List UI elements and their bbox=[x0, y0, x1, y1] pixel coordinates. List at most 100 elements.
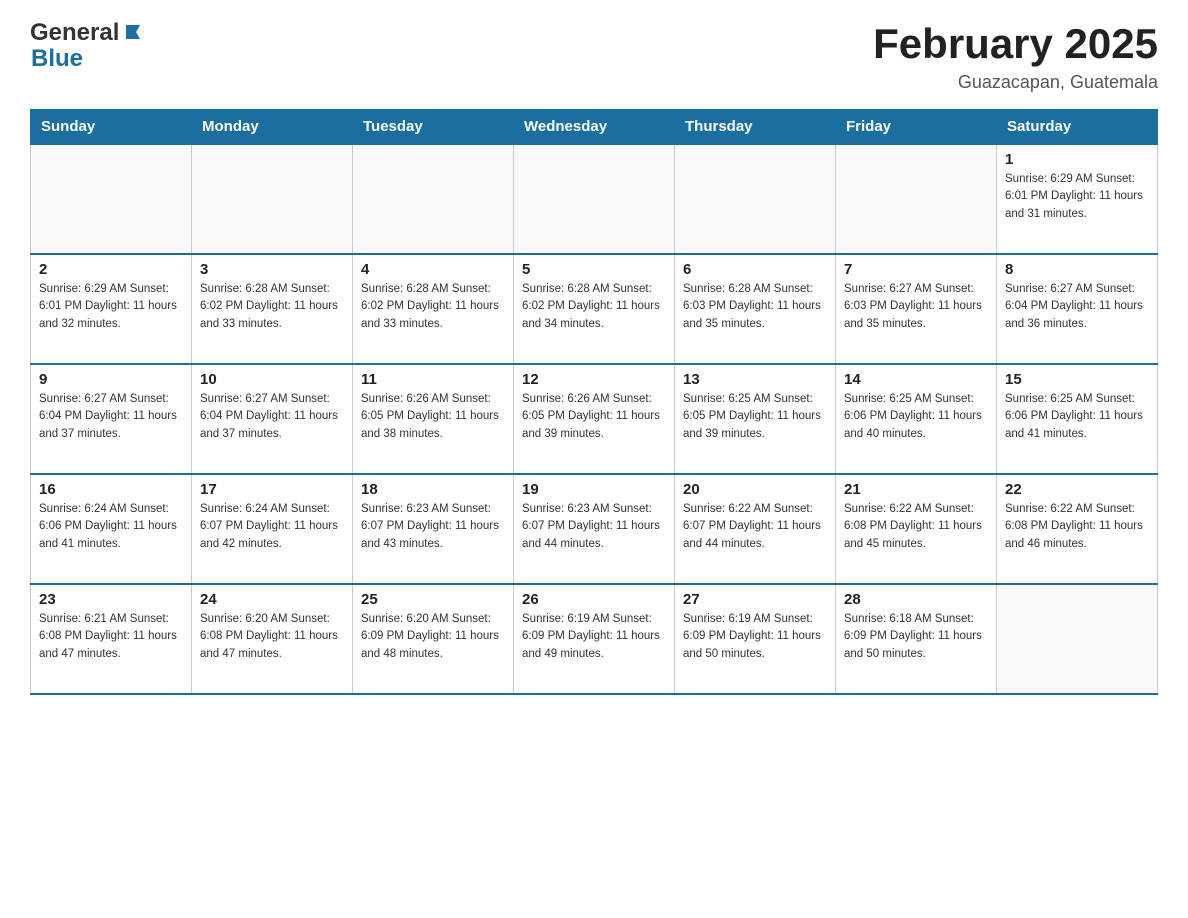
day-info: Sunrise: 6:21 AM Sunset: 6:08 PM Dayligh… bbox=[39, 611, 183, 663]
table-row bbox=[675, 144, 836, 254]
day-number: 24 bbox=[200, 591, 344, 608]
day-number: 27 bbox=[683, 591, 827, 608]
page-header: General Blue February 2025 Guazacapan, G… bbox=[30, 20, 1158, 93]
day-info: Sunrise: 6:20 AM Sunset: 6:08 PM Dayligh… bbox=[200, 611, 344, 663]
table-row: 4 Sunrise: 6:28 AM Sunset: 6:02 PM Daylig… bbox=[353, 254, 514, 364]
table-row bbox=[997, 584, 1158, 694]
table-row: 20 Sunrise: 6:22 AM Sunset: 6:07 PM Dayli… bbox=[675, 474, 836, 584]
day-number: 25 bbox=[361, 591, 505, 608]
day-info: Sunrise: 6:24 AM Sunset: 6:07 PM Dayligh… bbox=[200, 501, 344, 553]
day-info: Sunrise: 6:19 AM Sunset: 6:09 PM Dayligh… bbox=[683, 611, 827, 663]
day-number: 7 bbox=[844, 261, 988, 278]
table-row: 16 Sunrise: 6:24 AM Sunset: 6:06 PM Dayli… bbox=[31, 474, 192, 584]
day-number: 10 bbox=[200, 371, 344, 388]
table-row: 3 Sunrise: 6:28 AM Sunset: 6:02 PM Daylig… bbox=[192, 254, 353, 364]
day-number: 2 bbox=[39, 261, 183, 278]
table-row bbox=[836, 144, 997, 254]
calendar-week-row: 16 Sunrise: 6:24 AM Sunset: 6:06 PM Dayli… bbox=[31, 474, 1158, 584]
calendar-week-row: 1Sunrise: 6:29 AM Sunset: 6:01 PM Daylig… bbox=[31, 144, 1158, 254]
table-row: 9Sunrise: 6:27 AM Sunset: 6:04 PM Daylig… bbox=[31, 364, 192, 474]
table-row: 21 Sunrise: 6:22 AM Sunset: 6:08 PM Dayli… bbox=[836, 474, 997, 584]
table-row: 23 Sunrise: 6:21 AM Sunset: 6:08 PM Dayli… bbox=[31, 584, 192, 694]
day-number: 11 bbox=[361, 371, 505, 388]
table-row: 2Sunrise: 6:29 AM Sunset: 6:01 PM Daylig… bbox=[31, 254, 192, 364]
table-row bbox=[514, 144, 675, 254]
day-number: 8 bbox=[1005, 261, 1149, 278]
table-row: 15 Sunrise: 6:25 AM Sunset: 6:06 PM Dayli… bbox=[997, 364, 1158, 474]
table-row: 7 Sunrise: 6:27 AM Sunset: 6:03 PM Daylig… bbox=[836, 254, 997, 364]
day-number: 19 bbox=[522, 481, 666, 498]
col-thursday: Thursday bbox=[675, 110, 836, 145]
day-number: 6 bbox=[683, 261, 827, 278]
table-row bbox=[353, 144, 514, 254]
day-number: 23 bbox=[39, 591, 183, 608]
table-row: 19Sunrise: 6:23 AM Sunset: 6:07 PM Dayli… bbox=[514, 474, 675, 584]
table-row: 1Sunrise: 6:29 AM Sunset: 6:01 PM Daylig… bbox=[997, 144, 1158, 254]
day-number: 26 bbox=[522, 591, 666, 608]
day-info: Sunrise: 6:25 AM Sunset: 6:06 PM Dayligh… bbox=[1005, 391, 1149, 443]
day-number: 18 bbox=[361, 481, 505, 498]
day-info: Sunrise: 6:27 AM Sunset: 6:03 PM Dayligh… bbox=[844, 281, 988, 333]
table-row: 11 Sunrise: 6:26 AM Sunset: 6:05 PM Dayli… bbox=[353, 364, 514, 474]
table-row: 24 Sunrise: 6:20 AM Sunset: 6:08 PM Dayli… bbox=[192, 584, 353, 694]
calendar-week-row: 9Sunrise: 6:27 AM Sunset: 6:04 PM Daylig… bbox=[31, 364, 1158, 474]
day-info: Sunrise: 6:25 AM Sunset: 6:06 PM Dayligh… bbox=[844, 391, 988, 443]
calendar-table: Sunday Monday Tuesday Wednesday Thursday… bbox=[30, 109, 1158, 695]
col-monday: Monday bbox=[192, 110, 353, 145]
day-info: Sunrise: 6:23 AM Sunset: 6:07 PM Dayligh… bbox=[361, 501, 505, 553]
day-info: Sunrise: 6:28 AM Sunset: 6:02 PM Dayligh… bbox=[361, 281, 505, 333]
table-row: 22Sunrise: 6:22 AM Sunset: 6:08 PM Dayli… bbox=[997, 474, 1158, 584]
day-number: 3 bbox=[200, 261, 344, 278]
day-info: Sunrise: 6:28 AM Sunset: 6:02 PM Dayligh… bbox=[200, 281, 344, 333]
day-number: 15 bbox=[1005, 371, 1149, 388]
day-info: Sunrise: 6:20 AM Sunset: 6:09 PM Dayligh… bbox=[361, 611, 505, 663]
table-row: 6 Sunrise: 6:28 AM Sunset: 6:03 PM Daylig… bbox=[675, 254, 836, 364]
day-number: 4 bbox=[361, 261, 505, 278]
table-row: 12 Sunrise: 6:26 AM Sunset: 6:05 PM Dayli… bbox=[514, 364, 675, 474]
day-number: 13 bbox=[683, 371, 827, 388]
table-row bbox=[192, 144, 353, 254]
table-row: 5Sunrise: 6:28 AM Sunset: 6:02 PM Daylig… bbox=[514, 254, 675, 364]
calendar-header-row: Sunday Monday Tuesday Wednesday Thursday… bbox=[31, 110, 1158, 145]
logo: General Blue bbox=[30, 20, 144, 73]
day-info: Sunrise: 6:22 AM Sunset: 6:08 PM Dayligh… bbox=[844, 501, 988, 553]
calendar-week-row: 2Sunrise: 6:29 AM Sunset: 6:01 PM Daylig… bbox=[31, 254, 1158, 364]
day-info: Sunrise: 6:19 AM Sunset: 6:09 PM Dayligh… bbox=[522, 611, 666, 663]
table-row bbox=[31, 144, 192, 254]
logo-blue-text: Blue bbox=[31, 46, 144, 72]
logo-general-text: General bbox=[30, 20, 119, 46]
day-info: Sunrise: 6:18 AM Sunset: 6:09 PM Dayligh… bbox=[844, 611, 988, 663]
table-row: 14 Sunrise: 6:25 AM Sunset: 6:06 PM Dayli… bbox=[836, 364, 997, 474]
table-row: 26 Sunrise: 6:19 AM Sunset: 6:09 PM Dayli… bbox=[514, 584, 675, 694]
col-sunday: Sunday bbox=[31, 110, 192, 145]
table-row: 27 Sunrise: 6:19 AM Sunset: 6:09 PM Dayli… bbox=[675, 584, 836, 694]
day-number: 28 bbox=[844, 591, 988, 608]
calendar-week-row: 23 Sunrise: 6:21 AM Sunset: 6:08 PM Dayli… bbox=[31, 584, 1158, 694]
col-wednesday: Wednesday bbox=[514, 110, 675, 145]
logo-flag-icon bbox=[122, 21, 144, 43]
day-number: 1 bbox=[1005, 151, 1149, 168]
day-number: 5 bbox=[522, 261, 666, 278]
day-number: 16 bbox=[39, 481, 183, 498]
day-info: Sunrise: 6:28 AM Sunset: 6:03 PM Dayligh… bbox=[683, 281, 827, 333]
day-number: 12 bbox=[522, 371, 666, 388]
day-number: 22 bbox=[1005, 481, 1149, 498]
table-row: 17 Sunrise: 6:24 AM Sunset: 6:07 PM Dayli… bbox=[192, 474, 353, 584]
location-subtitle: Guazacapan, Guatemala bbox=[873, 72, 1158, 93]
day-info: Sunrise: 6:22 AM Sunset: 6:07 PM Dayligh… bbox=[683, 501, 827, 553]
day-info: Sunrise: 6:27 AM Sunset: 6:04 PM Dayligh… bbox=[200, 391, 344, 443]
day-number: 21 bbox=[844, 481, 988, 498]
day-info: Sunrise: 6:26 AM Sunset: 6:05 PM Dayligh… bbox=[522, 391, 666, 443]
day-info: Sunrise: 6:27 AM Sunset: 6:04 PM Dayligh… bbox=[1005, 281, 1149, 333]
day-info: Sunrise: 6:24 AM Sunset: 6:06 PM Dayligh… bbox=[39, 501, 183, 553]
calendar-body: 1Sunrise: 6:29 AM Sunset: 6:01 PM Daylig… bbox=[31, 144, 1158, 694]
day-number: 14 bbox=[844, 371, 988, 388]
day-number: 20 bbox=[683, 481, 827, 498]
day-number: 17 bbox=[200, 481, 344, 498]
table-row: 10 Sunrise: 6:27 AM Sunset: 6:04 PM Dayli… bbox=[192, 364, 353, 474]
title-block: February 2025 Guazacapan, Guatemala bbox=[873, 20, 1158, 93]
col-friday: Friday bbox=[836, 110, 997, 145]
day-info: Sunrise: 6:26 AM Sunset: 6:05 PM Dayligh… bbox=[361, 391, 505, 443]
col-tuesday: Tuesday bbox=[353, 110, 514, 145]
day-info: Sunrise: 6:25 AM Sunset: 6:05 PM Dayligh… bbox=[683, 391, 827, 443]
